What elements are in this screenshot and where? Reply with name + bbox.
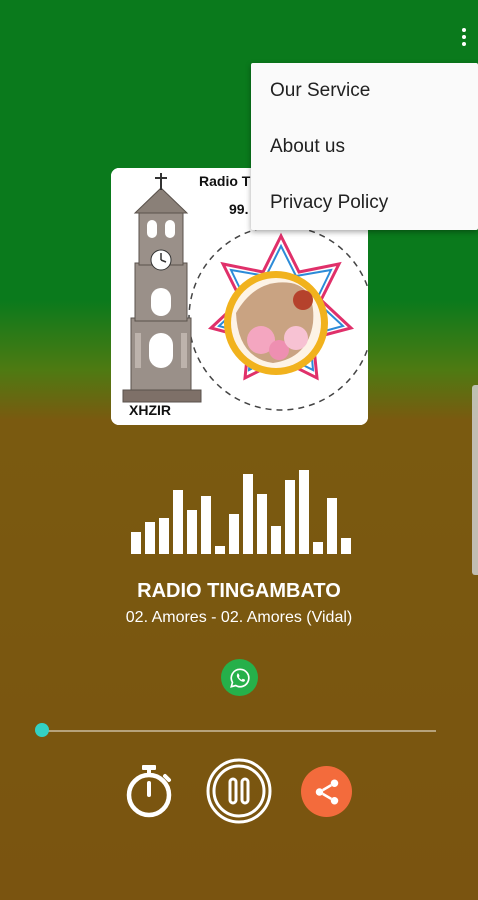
menu-item-privacy-policy[interactable]: Privacy Policy — [251, 175, 478, 231]
track-title: 02. Amores - 02. Amores (Vidal) — [125, 609, 353, 626]
edge-panel-handle[interactable] — [472, 385, 478, 575]
timer-icon — [126, 765, 172, 818]
whatsapp-icon — [229, 667, 250, 688]
more-vert-icon[interactable] — [452, 22, 476, 52]
overflow-menu: Our Service About us Privacy Policy — [251, 63, 478, 230]
station-name: RADIO TINGAMBATO — [137, 580, 341, 602]
timer-button[interactable] — [123, 763, 175, 819]
menu-item-our-service[interactable]: Our Service — [251, 63, 478, 119]
equalizer-icon — [131, 470, 351, 554]
logo-callsign: XHZIR — [129, 402, 171, 418]
pause-icon — [206, 758, 272, 824]
menu-item-about-us[interactable]: About us — [251, 119, 478, 175]
share-button[interactable] — [301, 766, 352, 817]
logo-frequency: 99. — [229, 201, 248, 217]
seek-thumb[interactable] — [35, 723, 49, 737]
logo-title: Radio T — [199, 173, 251, 189]
seek-bar[interactable] — [42, 730, 436, 732]
pause-button[interactable] — [206, 758, 272, 824]
whatsapp-button[interactable] — [221, 659, 258, 696]
share-icon — [315, 779, 338, 804]
